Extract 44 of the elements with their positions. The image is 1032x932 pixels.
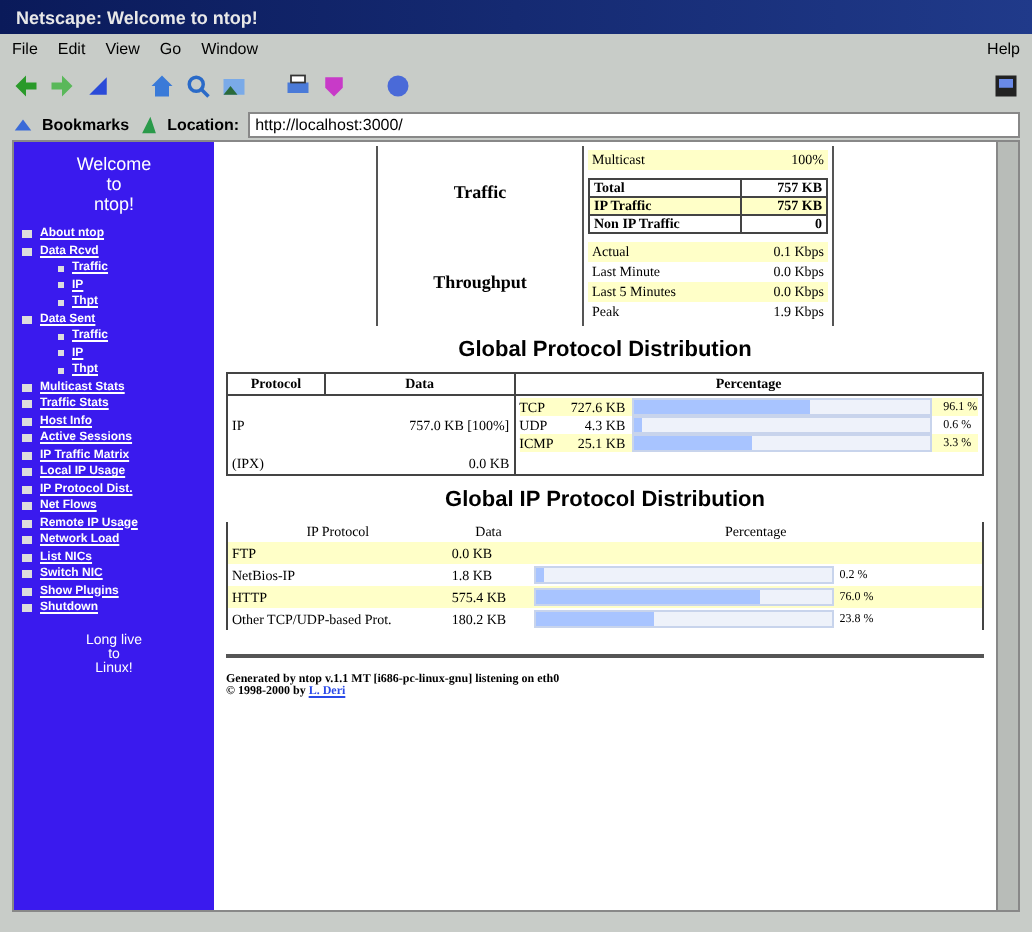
bullet-icon [22,570,32,579]
bullet-icon [22,417,32,426]
search-icon[interactable] [184,72,212,100]
section-title: Global IP Protocol Distribution [443,488,767,512]
section-title: Global Protocol Distribution [456,338,754,362]
bullet-icon [22,451,32,460]
bullet-icon [58,350,64,357]
bullet-icon [22,502,32,511]
bullet-icon [22,468,32,477]
bullet-icon [22,604,32,613]
menu-item[interactable]: Window [201,39,259,57]
bullet-icon [22,400,32,409]
menu-item[interactable]: Help [987,39,1020,57]
home-icon[interactable] [148,72,176,100]
bullet-icon [22,434,32,443]
bullet-icon [22,587,32,596]
bullet-icon [22,553,32,562]
welcome-text: to [106,174,122,194]
bullet-icon [58,299,64,306]
section-label: Throughput [377,238,583,326]
bullet-icon [22,230,32,239]
location-label: Location: [167,116,240,134]
bullet-icon [22,536,32,545]
bullet-icon [22,485,32,494]
url-field[interactable]: http://localhost:3000/ [247,112,1020,138]
section-label: Traffic [377,146,583,238]
menu-item[interactable]: Go [159,39,182,57]
bullet-icon [22,247,32,256]
bullet-icon [58,265,64,272]
menu-item[interactable]: File [12,39,38,57]
bullet-icon [22,519,32,528]
menu-item[interactable]: Edit [57,39,86,57]
scrollbar[interactable] [996,142,1018,910]
bookmarks-button[interactable]: Bookmarks [42,116,130,134]
back-arrow-icon[interactable] [12,72,40,100]
menu-item[interactable]: View [105,39,140,57]
bullet-icon [22,383,32,392]
welcome-text: Welcome [76,154,152,174]
bullet-icon [58,367,64,374]
bullet-icon [58,282,64,289]
bullet-icon [22,315,32,324]
welcome-text: ntop! [93,194,135,214]
bullet-icon [58,333,64,340]
window-title: Netscape: Welcome to ntop! [16,7,258,27]
